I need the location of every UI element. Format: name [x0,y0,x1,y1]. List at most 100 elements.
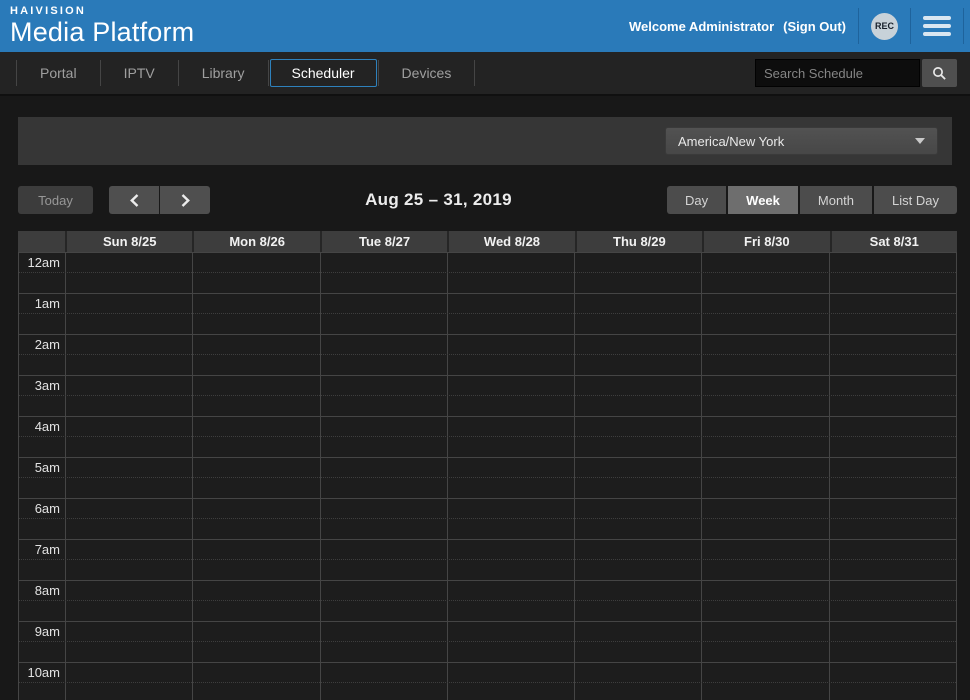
time-slot[interactable] [701,253,828,293]
time-slot[interactable] [320,622,447,662]
time-slot[interactable] [65,540,192,580]
tab-iptv[interactable]: IPTV [102,59,177,87]
time-slot[interactable] [447,581,574,621]
tab-portal[interactable]: Portal [18,59,99,87]
time-slot[interactable] [574,335,701,375]
week-calendar: Sun 8/25Mon 8/26Tue 8/27Wed 8/28Thu 8/29… [18,231,957,700]
hour-row: 9am [19,621,956,662]
time-slot[interactable] [829,294,956,334]
time-slot[interactable] [192,581,319,621]
time-slot[interactable] [320,458,447,498]
time-slot[interactable] [829,663,956,700]
rec-badge[interactable]: REC [871,13,898,40]
time-slot[interactable] [447,458,574,498]
time-slot[interactable] [574,417,701,457]
time-slot[interactable] [65,622,192,662]
time-slot[interactable] [447,417,574,457]
time-slot[interactable] [192,540,319,580]
time-slot[interactable] [829,335,956,375]
time-slot[interactable] [320,499,447,539]
time-slot[interactable] [701,499,828,539]
time-slot[interactable] [447,622,574,662]
time-slot[interactable] [447,335,574,375]
time-slot[interactable] [65,253,192,293]
time-slot[interactable] [192,376,319,416]
time-slot[interactable] [65,663,192,700]
time-slot[interactable] [701,376,828,416]
time-slot[interactable] [447,540,574,580]
hour-row: 4am [19,416,956,457]
time-slot[interactable] [447,499,574,539]
time-slot[interactable] [65,294,192,334]
search-input[interactable] [755,59,920,87]
time-slot[interactable] [192,622,319,662]
time-slot[interactable] [829,499,956,539]
time-slot[interactable] [829,417,956,457]
tab-devices[interactable]: Devices [380,59,474,87]
time-slot[interactable] [701,663,828,700]
time-slot[interactable] [574,540,701,580]
time-slot[interactable] [574,458,701,498]
time-slot[interactable] [447,294,574,334]
time-slot[interactable] [829,622,956,662]
time-slot[interactable] [574,376,701,416]
prev-week-button[interactable] [109,186,159,214]
time-slot[interactable] [320,335,447,375]
time-slot[interactable] [574,294,701,334]
time-slot[interactable] [65,581,192,621]
time-slot[interactable] [574,663,701,700]
time-slot[interactable] [829,458,956,498]
time-slot[interactable] [447,663,574,700]
time-slot[interactable] [829,540,956,580]
time-slot[interactable] [192,253,319,293]
time-slot[interactable] [574,253,701,293]
time-slot[interactable] [574,499,701,539]
time-slot[interactable] [65,376,192,416]
next-week-button[interactable] [160,186,210,214]
search-button[interactable] [922,59,957,87]
time-slot[interactable] [701,417,828,457]
view-list-day-button[interactable]: List Day [874,186,957,214]
time-slot[interactable] [701,458,828,498]
time-slot[interactable] [192,335,319,375]
tab-library[interactable]: Library [180,59,267,87]
hour-row: 3am [19,375,956,416]
time-slot[interactable] [447,253,574,293]
time-slot[interactable] [192,499,319,539]
time-slot[interactable] [829,376,956,416]
brand-logo: HAIVISION Media Platform [10,6,194,46]
time-slot[interactable] [701,622,828,662]
view-week-button[interactable]: Week [728,186,798,214]
time-slot[interactable] [574,581,701,621]
time-slot[interactable] [701,581,828,621]
time-slot[interactable] [701,294,828,334]
time-slot[interactable] [65,417,192,457]
time-slot[interactable] [65,499,192,539]
time-slot[interactable] [192,458,319,498]
time-slot[interactable] [192,663,319,700]
time-slot[interactable] [574,622,701,662]
timezone-select[interactable]: America/New York [665,127,938,155]
time-slot[interactable] [701,335,828,375]
today-button[interactable]: Today [18,186,93,214]
sign-out-link[interactable]: (Sign Out) [783,19,846,34]
time-slot[interactable] [320,417,447,457]
view-month-button[interactable]: Month [800,186,872,214]
view-day-button[interactable]: Day [667,186,726,214]
time-slot[interactable] [320,663,447,700]
time-slot[interactable] [192,417,319,457]
time-slot[interactable] [829,253,956,293]
time-slot[interactable] [192,294,319,334]
hamburger-icon[interactable] [923,14,951,38]
time-slot[interactable] [320,581,447,621]
time-slot[interactable] [320,253,447,293]
time-slot[interactable] [65,335,192,375]
time-slot[interactable] [701,540,828,580]
tab-scheduler[interactable]: Scheduler [270,59,377,87]
time-slot[interactable] [320,376,447,416]
time-slot[interactable] [320,540,447,580]
time-slot[interactable] [320,294,447,334]
time-slot[interactable] [65,458,192,498]
time-slot[interactable] [829,581,956,621]
time-slot[interactable] [447,376,574,416]
